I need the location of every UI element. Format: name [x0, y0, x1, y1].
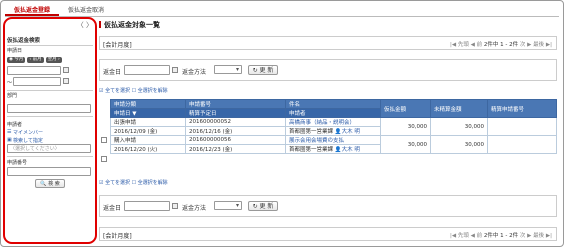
refund-date-input[interactable]	[124, 65, 170, 75]
row1-app-date: 2016/12/09 (金)	[110, 126, 186, 136]
row1-settle-date: 2016/12/16 (金)	[185, 126, 286, 136]
refund-date-label: 返金日	[103, 69, 122, 76]
row1-applicant[interactable]: 大木 明	[342, 129, 360, 135]
refund-method-label: 返金方法	[182, 69, 207, 76]
refund-date-input-bottom[interactable]	[124, 201, 170, 211]
col-subject[interactable]: 件名	[285, 99, 381, 109]
fiscal-label-bottom: [会計月度]	[103, 233, 132, 240]
pager-count: 2件中 1 - 2件	[483, 42, 519, 48]
row1-applicant-cell: 首都圏第一営業課 👤大木 明	[285, 126, 381, 136]
pager-count-bottom: 2件中 1 - 2件	[483, 233, 519, 239]
table-row-3: 購入申請 201600000056 展示会用会場費の支払 30,000 30,0…	[110, 135, 557, 154]
highlight-frame	[3, 17, 97, 244]
refund-method-label-bottom: 返金方法	[182, 205, 207, 212]
top-pager-box: [会計月度] |◀ 先頭 ◀ 前 2件中 1 - 2件 次 ▶ 最後 ▶|	[99, 36, 557, 50]
tab-cancel[interactable]: 仮払返金取消	[59, 5, 113, 16]
row2-settle-no	[487, 135, 557, 154]
top-pager: |◀ 先頭 ◀ 前 2件中 1 - 2件 次 ▶ 最後 ▶|	[450, 42, 552, 48]
row2-subject[interactable]: 展示会用会場費の支払	[285, 135, 381, 145]
refund-form-bottom: 返金日 返金方法 ↻ 更 新	[99, 195, 557, 217]
pager-last-bottom[interactable]: 最後	[533, 233, 544, 239]
row2-settle-date: 2016/12/23 (金)	[185, 144, 286, 154]
pager-prev[interactable]: 前	[477, 42, 483, 48]
row2-app-no: 201600000056	[185, 135, 286, 145]
refund-table: 申請分類 申請番号 件名 仮払金額 未精算金額 精算申請番号 申請日 ▼ 精算予…	[110, 99, 557, 154]
refund-method-select-bottom[interactable]	[214, 201, 242, 210]
select-all-link[interactable]: ☑ 全てを選択 ☐ 全選択を解除	[99, 87, 168, 94]
row1-settle-no	[487, 117, 557, 136]
row2-type: 購入申請	[110, 135, 186, 145]
pager-next[interactable]: 次	[520, 42, 526, 48]
row2-applicant[interactable]: 大木 明	[342, 147, 360, 153]
select-all-link-bottom[interactable]: ☑ 全てを選択 ☐ 全選択を解除	[99, 179, 168, 186]
col-app-date[interactable]: 申請日 ▼	[110, 108, 186, 118]
row2-checkbox[interactable]	[101, 156, 107, 162]
update-button-label: 更 新	[259, 67, 274, 74]
row2-applicant-cell: 首都圏第一営業課 👤大木 明	[285, 144, 381, 154]
row1-type: 出張申請	[110, 117, 186, 127]
col-applicant[interactable]: 申請者	[285, 108, 381, 118]
select-all-text-bottom: 全てを選択	[105, 180, 130, 186]
update-button-bottom[interactable]: ↻ 更 新	[248, 201, 278, 211]
deselect-all-text: 全選択を解除	[137, 88, 168, 94]
col-type[interactable]: 申請分類	[110, 99, 186, 109]
page-title: 仮払返金対象一覧	[99, 20, 160, 30]
row1-dept: 首都圏第一営業課	[289, 129, 334, 135]
bottom-pager-box: [会計月度] |◀ 先頭 ◀ 前 2件中 1 - 2件 次 ▶ 最後 ▶|	[99, 227, 557, 241]
pager-prev-bottom[interactable]: 前	[477, 233, 483, 239]
row1-advance: 30,000	[380, 117, 431, 136]
refund-calendar-icon[interactable]	[172, 67, 178, 73]
row1-unsettled: 30,000	[430, 117, 488, 136]
table-header-row: 申請分類 申請番号 件名 仮払金額 未精算金額 精算申請番号	[110, 99, 557, 118]
row1-subject[interactable]: 高橋商事（納品・説明会）	[285, 117, 381, 127]
row1-user-icon: 👤	[334, 129, 342, 135]
pager-first-bottom[interactable]: 先頭	[458, 233, 469, 239]
fiscal-label: [会計月度]	[103, 42, 132, 49]
refund-method-select[interactable]	[214, 65, 242, 74]
tab-register[interactable]: 仮払返金登録	[5, 5, 60, 16]
row1-app-no: 201600000052	[185, 117, 286, 127]
pager-last[interactable]: 最後	[533, 42, 544, 48]
table-row: 出張申請 201600000052 高橋商事（納品・説明会） 30,000 30…	[110, 117, 557, 136]
row2-app-date: 2016/12/20 (火)	[110, 144, 186, 154]
update-button[interactable]: ↻ 更 新	[248, 65, 278, 75]
col-advance[interactable]: 仮払金額	[380, 99, 431, 118]
row2-unsettled: 30,000	[430, 135, 488, 154]
row2-user-icon: 👤	[334, 147, 342, 153]
pager-first[interactable]: 先頭	[458, 42, 469, 48]
select-all-text: 全てを選択	[105, 88, 130, 94]
row2-advance: 30,000	[380, 135, 431, 154]
main-panel: 仮払返金対象一覧 [会計月度] |◀ 先頭 ◀ 前 2件中 1 - 2件 次 ▶…	[99, 19, 561, 245]
bottom-pager: |◀ 先頭 ◀ 前 2件中 1 - 2件 次 ▶ 最後 ▶|	[450, 233, 552, 239]
title-bar	[99, 21, 101, 28]
deselect-all-text-bottom: 全選択を解除	[137, 180, 168, 186]
refund-date-label-bottom: 返金日	[103, 205, 122, 212]
col-settle-date[interactable]: 精算予定日	[185, 108, 286, 118]
refund-form-top: 返金日 返金方法 ↻ 更 新	[99, 59, 557, 81]
tab-bar: 仮払返金登録 仮払返金取消	[5, 5, 113, 16]
window: 仮払返金登録 仮払返金取消 〈 〉 仮払返金検索 申請日 ◉ 今月 ‹ 前月 翌…	[0, 0, 564, 247]
col-unsettled[interactable]: 未精算金額	[430, 99, 488, 118]
row2-dept: 首都圏第一営業課	[289, 147, 334, 153]
page-title-text: 仮払返金対象一覧	[104, 21, 160, 29]
col-app-no[interactable]: 申請番号	[185, 99, 286, 109]
refund-calendar-icon-bottom[interactable]	[172, 203, 178, 209]
update-button-bottom-label: 更 新	[259, 203, 274, 210]
pager-next-bottom[interactable]: 次	[520, 233, 526, 239]
col-settle-no[interactable]: 精算申請番号	[487, 99, 557, 118]
row1-checkbox[interactable]	[101, 137, 107, 143]
